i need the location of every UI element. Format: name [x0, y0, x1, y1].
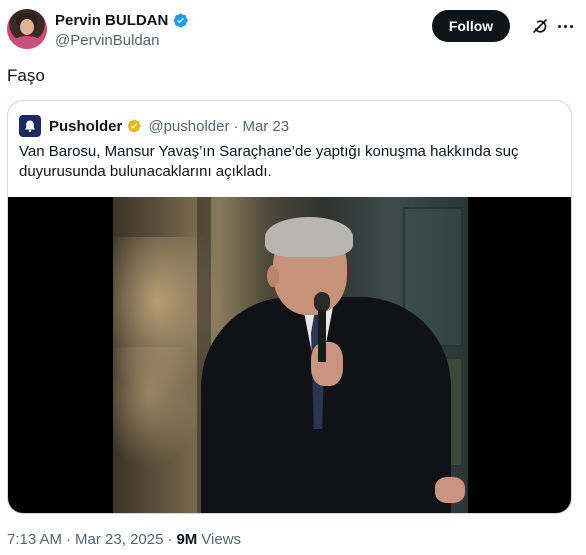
views-label: Views	[201, 531, 242, 548]
speaker-hand	[435, 477, 465, 503]
meta-separator: ·	[66, 531, 72, 548]
quoted-author-handle: @pusholder	[148, 117, 230, 135]
verified-badge-icon	[174, 13, 189, 28]
tweet-time[interactable]: 7:13 AM	[7, 531, 62, 548]
tweet-text: Faşo	[7, 66, 45, 85]
quoted-author-avatar	[19, 115, 41, 137]
follow-button[interactable]: Follow	[432, 10, 510, 42]
quoted-video[interactable]	[8, 197, 571, 513]
speaker-ear	[267, 265, 279, 287]
speaker-hair	[265, 217, 353, 257]
views-count: 9M	[176, 531, 198, 548]
quoted-tweet-card[interactable]: Pusholder @pusholder · Mar 23 Van Barosu…	[7, 100, 572, 514]
avatar-face	[20, 19, 34, 35]
quoted-date: Mar 23	[242, 117, 290, 135]
tweet-header: Pervin BULDAN @PervinBuldan Follow	[7, 9, 579, 51]
microphone-icon	[314, 292, 330, 362]
quoted-tweet-text: Van Barosu, Mansur Yavaş’ın Saraçhane’de…	[19, 143, 519, 180]
tweet-meta: 7:13 AM · Mar 23, 2025 · 9M Views	[7, 531, 241, 548]
video-background-light	[113, 347, 203, 467]
author-name-row: Pervin BULDAN	[55, 12, 189, 29]
tweet-date[interactable]: Mar 23, 2025	[75, 531, 163, 548]
video-frame	[113, 197, 468, 513]
avatar-shoulders	[11, 36, 43, 49]
grok-icon[interactable]	[531, 17, 549, 35]
author-handle[interactable]: @PervinBuldan	[55, 32, 159, 49]
author-display-name[interactable]: Pervin BULDAN	[55, 12, 168, 29]
quoted-tweet-header: Pusholder @pusholder · Mar 23	[19, 115, 289, 137]
more-options-icon[interactable]	[555, 17, 575, 35]
gold-verified-badge-icon	[127, 119, 142, 133]
meta-separator: ·	[167, 531, 173, 548]
bell-icon	[25, 120, 35, 132]
quoted-separator: ·	[233, 117, 239, 135]
author-avatar[interactable]	[7, 9, 47, 49]
quoted-author-name: Pusholder	[49, 117, 123, 135]
